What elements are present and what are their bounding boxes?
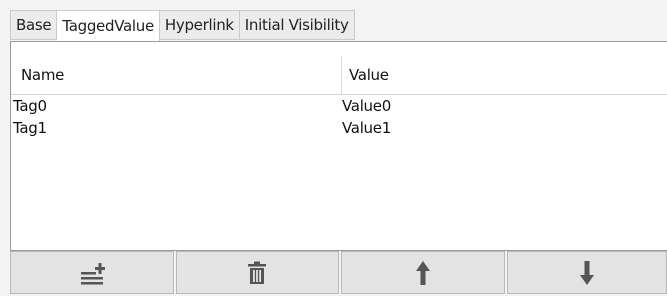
arrow-up-icon [415, 260, 430, 285]
tab-taggedvalue[interactable]: TaggedValue [57, 10, 160, 41]
column-divider[interactable] [341, 56, 342, 94]
tab-hyperlink[interactable]: Hyperlink [159, 10, 240, 40]
tab-base[interactable]: Base [10, 10, 58, 40]
move-down-button[interactable] [506, 251, 667, 294]
table-row[interactable]: Tag0 Value0 [11, 95, 667, 117]
arrow-down-icon [579, 260, 594, 285]
move-up-button[interactable] [341, 251, 505, 294]
column-header-name[interactable]: Name [21, 56, 64, 94]
add-row-button[interactable] [10, 251, 174, 294]
cell-value[interactable]: Value0 [342, 95, 391, 117]
delete-row-button[interactable] [175, 251, 339, 294]
tab-initial-visibility[interactable]: Initial Visibility [239, 10, 355, 40]
cell-name[interactable]: Tag1 [13, 117, 47, 139]
column-header-value[interactable]: Value [349, 56, 389, 94]
cell-name[interactable]: Tag0 [13, 95, 47, 117]
trash-icon [248, 261, 267, 284]
table-row[interactable]: Tag1 Value1 [11, 117, 667, 139]
tab-bar: Base TaggedValue Hyperlink Initial Visib… [10, 10, 355, 41]
cell-value[interactable]: Value1 [342, 117, 391, 139]
table-toolbar [10, 251, 667, 296]
table-header: Name Value [11, 56, 667, 95]
tagged-value-table: Name Value Tag0 Value0 Tag1 Value1 [10, 41, 667, 251]
add-row-icon [80, 262, 105, 284]
